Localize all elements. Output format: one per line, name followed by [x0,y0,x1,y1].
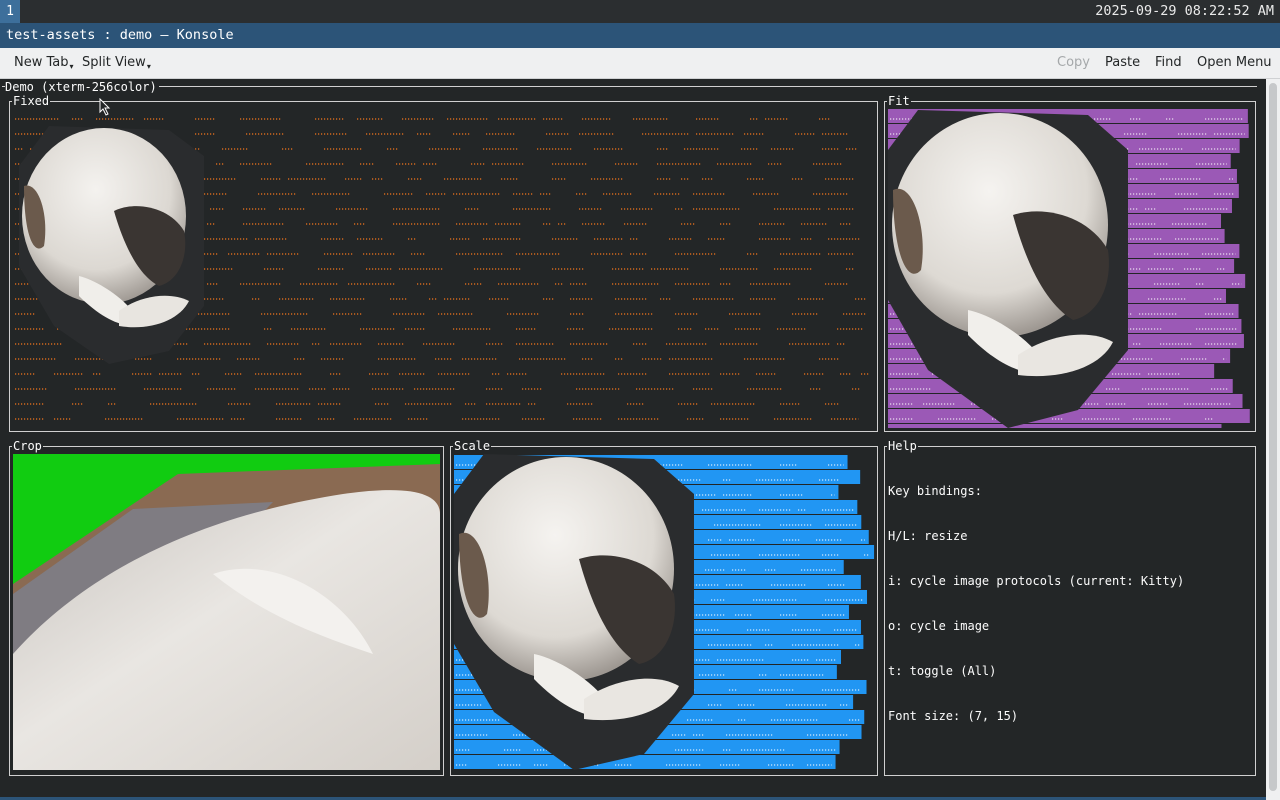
fit-cat-image [888,110,1128,428]
new-tab-label: New Tab [14,55,69,70]
workspace-indicator[interactable]: 1 [0,0,20,23]
demo-header: Demo (xterm-256color) [5,80,159,94]
window-titlebar[interactable]: test-assets : demo — Konsole [0,23,1280,48]
help-line: Font size: (7, 15) [888,709,1019,723]
scale-pane: Scale [450,439,878,776]
fixed-cat-image [19,126,204,364]
demo-outer-frame [2,86,1257,87]
fixed-pane-title: Fixed [12,94,51,108]
split-view-label: Split View [82,55,146,70]
help-line: i: cycle image protocols (current: Kitty… [888,574,1185,588]
help-line: t: toggle (All) [888,664,997,678]
clock: 2025-09-29 08:22:52 AM [1095,3,1274,19]
crop-pane-title: Crop [12,439,43,453]
find-button[interactable]: Find [1155,48,1182,78]
dropdown-caret-icon: ▾ [69,62,74,71]
help-line: o: cycle image [888,619,990,633]
paste-button[interactable]: Paste [1105,48,1140,78]
crop-cat-image [13,454,440,770]
mouse-pointer-icon [99,98,111,116]
crop-pane: Crop [9,439,444,776]
dropdown-caret-icon: ▾ [146,62,151,71]
window-title: test-assets : demo — Konsole [6,27,234,43]
konsole-toolbar: New Tab▾ Split View▾ Copy Paste Find Ope… [0,48,1280,79]
fit-pane: Fit [884,94,1256,432]
copy-button[interactable]: Copy [1057,48,1090,78]
fit-pane-title: Fit [887,94,911,108]
scale-cat-image [454,454,694,770]
scale-pane-title: Scale [453,439,492,453]
help-line: Key bindings: [888,484,982,498]
top-panel: 1 2025-09-29 08:22:52 AM [0,0,1280,23]
scrollbar-thumb[interactable] [1269,83,1277,791]
help-text: Key bindings: H/L: resize i: cycle image… [888,454,1184,739]
terminal-scrollbar[interactable] [1266,79,1280,800]
fixed-pane: Fixed [9,94,878,432]
help-pane-title: Help [887,439,918,453]
new-tab-button[interactable]: New Tab▾ [14,48,74,82]
help-line: H/L: resize [888,529,968,543]
open-menu-button[interactable]: Open Menu [1197,48,1272,78]
split-view-button[interactable]: Split View▾ [82,48,151,82]
